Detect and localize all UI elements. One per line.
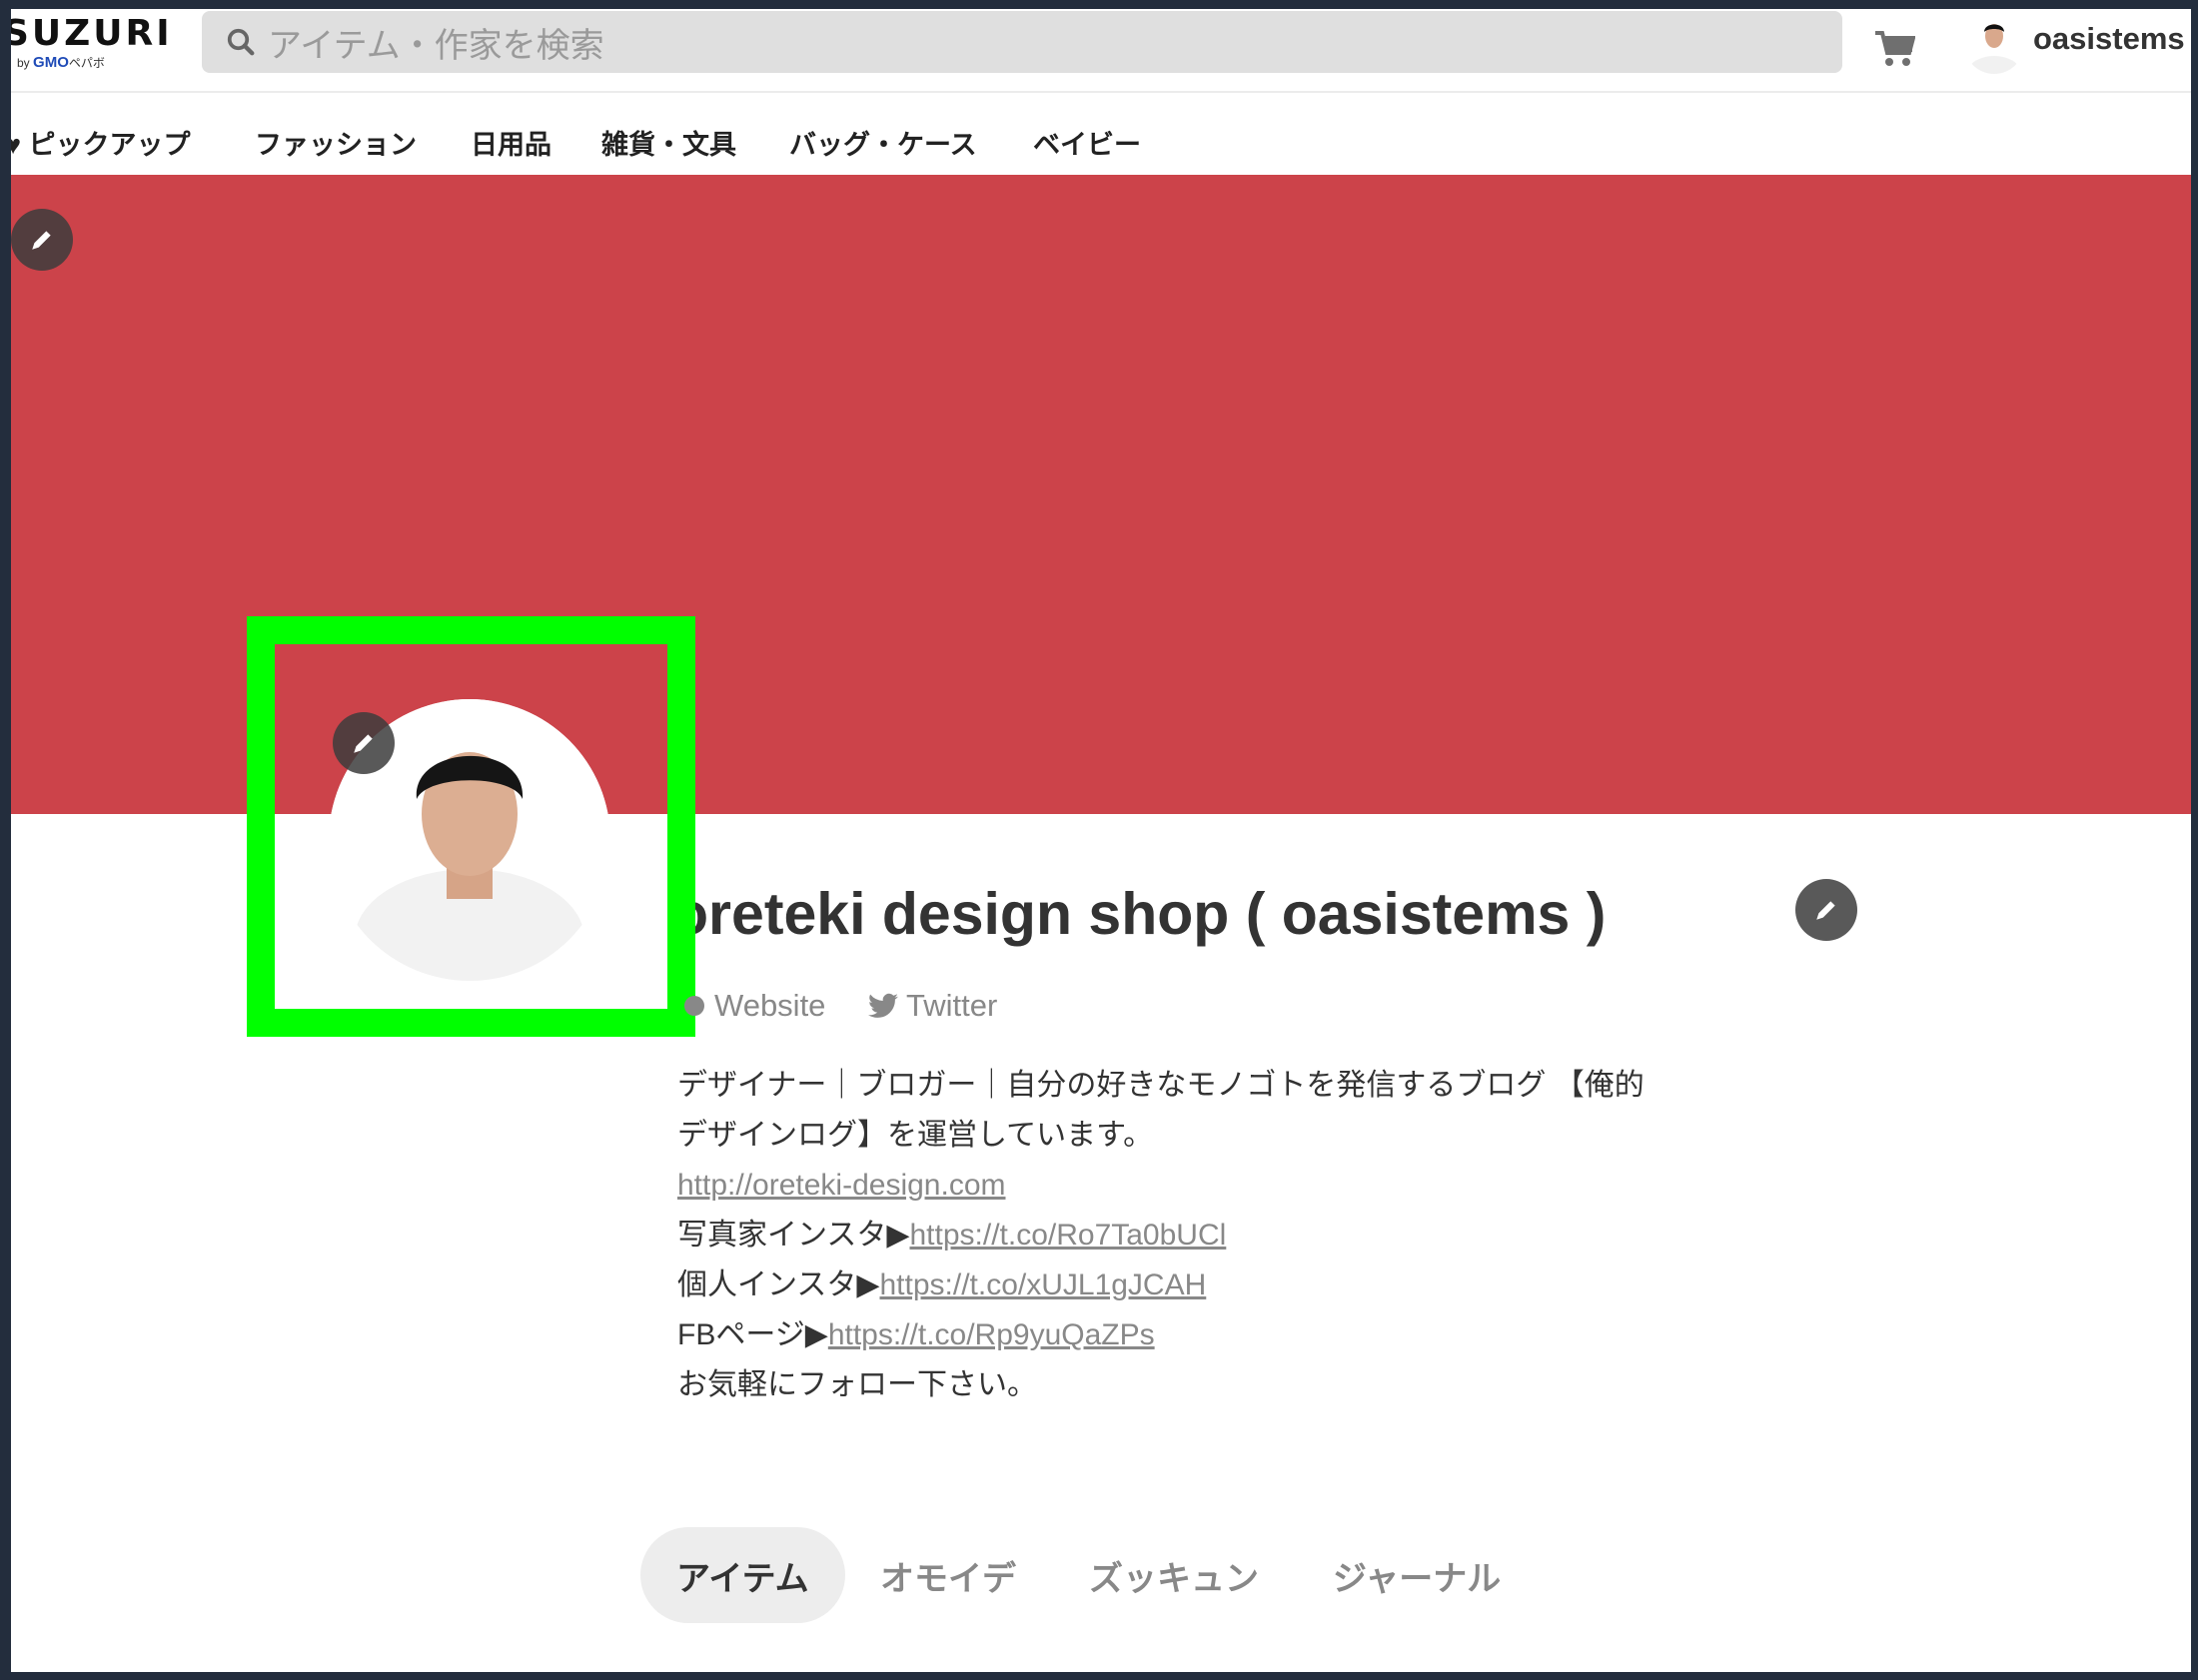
nav-item-baby[interactable]: ベイビー bbox=[1033, 123, 1141, 162]
profile-bio: デザイナー｜ブロガー｜自分の好きなモノゴトを発信するブログ 【俺的 デザインログ… bbox=[677, 1061, 1645, 1410]
logo-subtitle: by GMOペパボ bbox=[17, 54, 105, 71]
pencil-icon bbox=[32, 231, 51, 250]
bio-label: 写真家インスタ▶ bbox=[677, 1219, 910, 1252]
logo-by: by bbox=[17, 56, 30, 70]
twitter-icon bbox=[868, 993, 898, 1018]
bio-label: FBページ▶ bbox=[677, 1318, 828, 1351]
nav-item-daily[interactable]: 日用品 bbox=[471, 123, 551, 162]
edit-banner-button[interactable] bbox=[11, 209, 73, 271]
tab-items[interactable]: アイテム bbox=[640, 1527, 845, 1623]
page: SUZURI by GMOペパボ アイテム・作家を検索 oasistems ♥ … bbox=[11, 9, 2191, 1672]
twitter-label: Twitter bbox=[906, 988, 998, 1023]
header: SUZURI by GMOペパボ アイテム・作家を検索 oasistems bbox=[11, 9, 2191, 93]
photo-instagram-link[interactable]: https://t.co/Ro7Ta0bUCl bbox=[909, 1219, 1226, 1252]
facebook-link[interactable]: https://t.co/Rp9yuQaZPs bbox=[828, 1318, 1155, 1351]
logo-suffix: ペパボ bbox=[68, 56, 105, 70]
bio-label: 個人インスタ▶ bbox=[677, 1268, 880, 1301]
blog-link[interactable]: http://oreteki-design.com bbox=[677, 1169, 1006, 1202]
nav-label: ピックアップ bbox=[28, 130, 191, 160]
nav-item-pickup[interactable]: ♥ ピックアップ bbox=[11, 123, 191, 162]
edit-profile-button[interactable] bbox=[1795, 879, 1857, 941]
heart-icon: ♥ bbox=[11, 130, 22, 160]
user-avatar[interactable] bbox=[1964, 14, 2024, 74]
tab-omoide[interactable]: オモイデ bbox=[880, 1527, 1016, 1623]
suzuri-logo[interactable]: SUZURI bbox=[11, 13, 173, 54]
pencil-icon bbox=[1816, 901, 1835, 920]
shop-title: oreteki design shop ( oasistems ) bbox=[672, 881, 1607, 947]
category-nav: ♥ ピックアップ ファッション 日用品 雑貨・文具 バッグ・ケース ベイビー bbox=[11, 95, 2191, 184]
search-placeholder: アイテム・作家を検索 bbox=[268, 26, 604, 65]
username[interactable]: oasistems bbox=[2033, 21, 2185, 57]
globe-icon bbox=[684, 996, 704, 1016]
search-icon bbox=[227, 28, 255, 56]
nav-item-fashion[interactable]: ファッション bbox=[255, 123, 417, 162]
personal-instagram-link[interactable]: https://t.co/xUJL1gJCAH bbox=[879, 1268, 1206, 1301]
logo-brand: GMO bbox=[33, 54, 69, 71]
cart-icon[interactable] bbox=[1873, 29, 1915, 69]
tab-journal[interactable]: ジャーナル bbox=[1333, 1527, 1501, 1623]
nav-item-goods[interactable]: 雑貨・文具 bbox=[601, 123, 736, 162]
highlight-box bbox=[247, 616, 695, 1037]
bio-line: デザイナー｜ブロガー｜自分の好きなモノゴトを発信するブログ 【俺的 bbox=[677, 1069, 1645, 1102]
tab-zukkyun[interactable]: ズッキュン bbox=[1089, 1527, 1259, 1623]
search-input[interactable]: アイテム・作家を検索 bbox=[202, 11, 1842, 73]
nav-item-bags[interactable]: バッグ・ケース bbox=[789, 123, 977, 162]
website-link[interactable]: Website bbox=[682, 988, 825, 1024]
twitter-link[interactable]: Twitter bbox=[868, 988, 997, 1024]
bio-line: デザインログ】を運営しています。 bbox=[677, 1119, 1154, 1152]
bio-line: お気軽にフォロー下さい。 bbox=[677, 1368, 1037, 1401]
website-label: Website bbox=[714, 988, 826, 1023]
